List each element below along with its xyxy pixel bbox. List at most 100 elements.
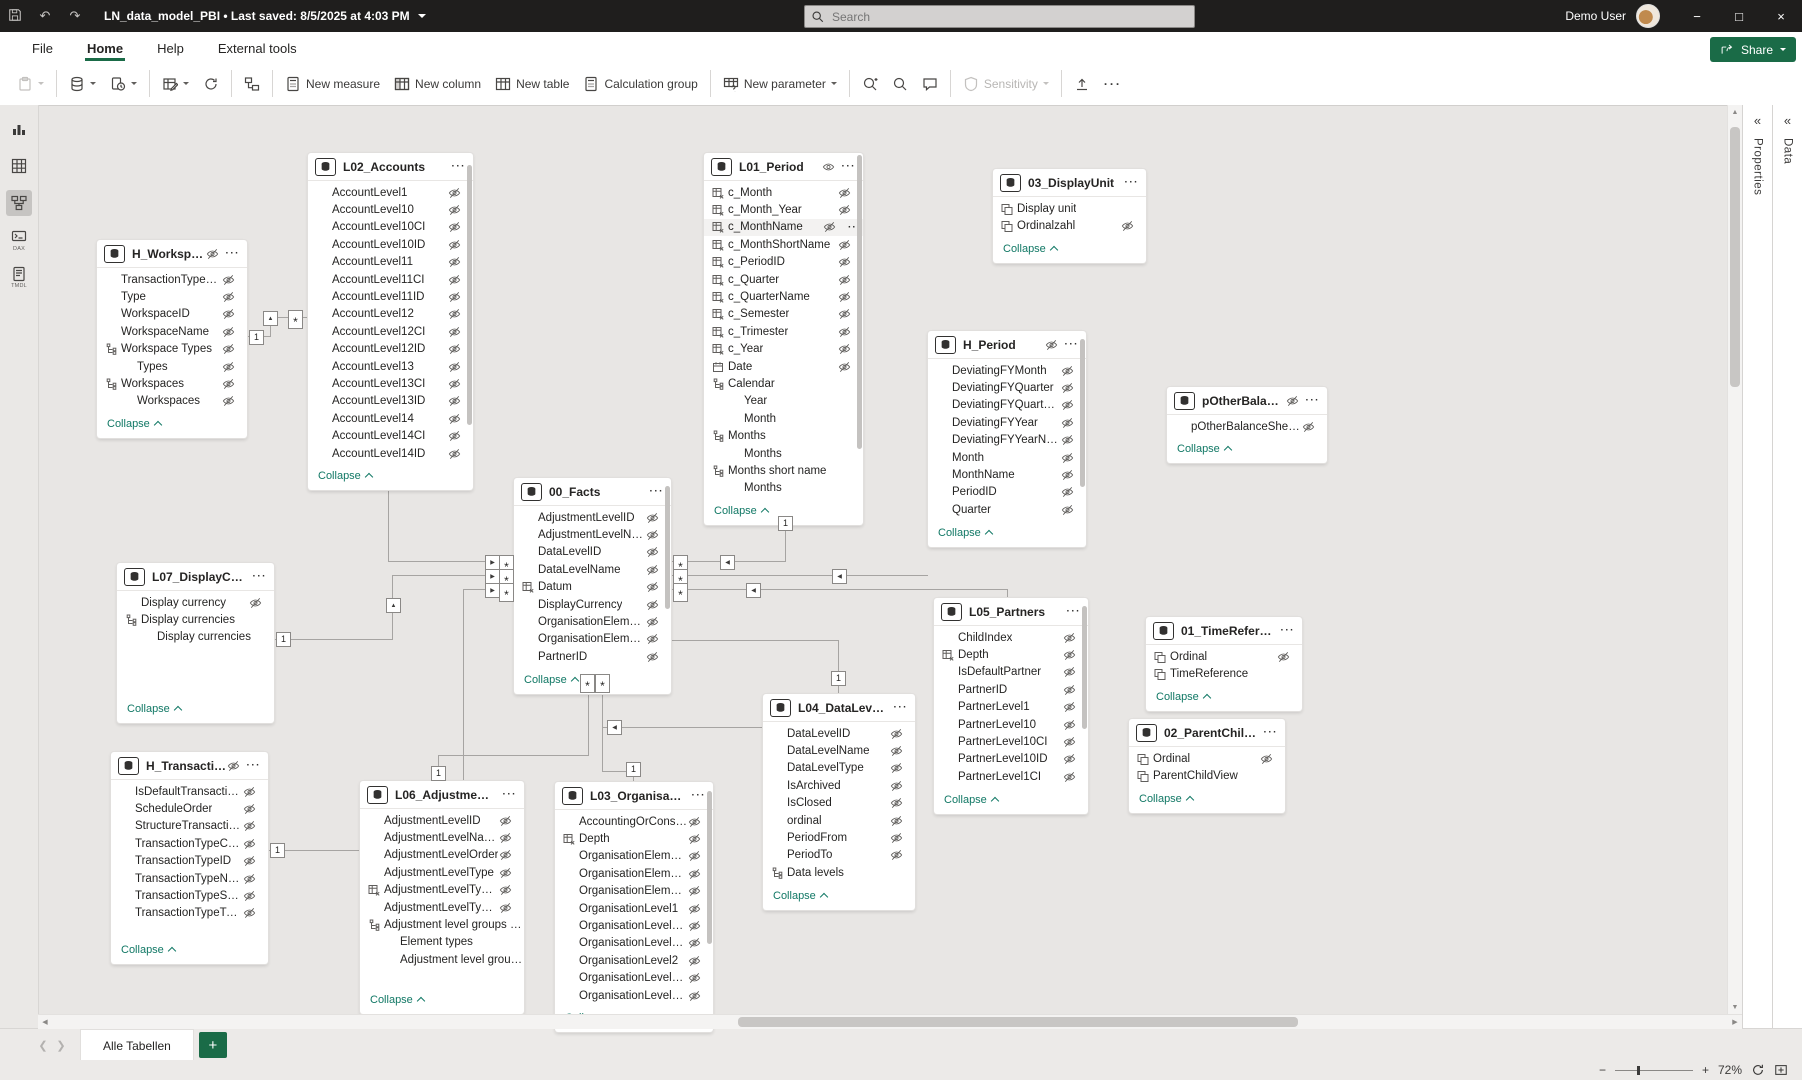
table-more-options-button[interactable]: ··· [1125,177,1140,188]
hidden-eye-icon[interactable] [243,855,256,867]
hidden-eye-icon[interactable] [688,816,701,828]
hidden-eye-icon[interactable] [838,239,851,251]
hidden-eye-icon[interactable] [1061,365,1074,377]
field-row[interactable]: c_Month [704,184,863,201]
hidden-eye-icon[interactable] [1061,382,1074,394]
field-row[interactable]: Month [704,410,863,427]
add-layout-button[interactable]: + [199,1032,227,1058]
field-row[interactable]: OrganisationElementChil... [555,848,713,865]
field-row[interactable]: AccountLevel11ID [308,288,473,305]
field-row[interactable]: AdjustmentLevelID [360,812,524,829]
table-card-H_TransactionTypes[interactable]: H_TransactionTypes···IsDefaultTransactio… [111,752,268,964]
layout-tab-alle-tabellen[interactable]: Alle Tabellen [80,1029,194,1062]
hidden-eye-icon[interactable] [222,274,235,286]
hidden-eye-icon[interactable] [890,762,903,774]
hidden-eye-icon[interactable] [222,343,235,355]
table-card-L03_Organisations[interactable]: L03_Organisations···AccountingOrConsolid… [555,782,713,1032]
prev-page-icon[interactable]: ❮ [34,1039,52,1052]
field-row[interactable]: DataLevelID [514,544,671,561]
collapse-table-link[interactable]: Collapse [360,986,524,1014]
field-row[interactable]: Workspaces [97,375,247,392]
hidden-eye-icon[interactable] [1061,399,1074,411]
hidden-eye-icon[interactable] [1061,434,1074,446]
expand-properties-icon[interactable]: « [1754,113,1761,128]
hidden-eye-icon[interactable] [838,326,851,338]
field-row[interactable]: Adjustment level groups and levels [360,916,524,933]
field-row[interactable]: c_MonthShortName [704,236,863,253]
hidden-eye-icon[interactable] [838,204,851,216]
more-options-button[interactable]: ··· [1097,72,1129,96]
new-column-button[interactable]: New column [387,71,488,97]
eye-icon[interactable] [822,161,835,173]
field-row[interactable]: IsDefaultTransactionType [111,783,268,800]
hidden-eye-icon[interactable] [499,902,512,914]
hidden-eye-icon[interactable] [646,564,659,576]
field-row[interactable]: TransactionTypeCategory... [97,271,247,288]
hidden-eye-icon[interactable] [646,599,659,611]
vertical-scrollbar[interactable]: ▲ ▼ [1727,105,1742,1014]
title-dropdown-caret[interactable] [418,14,426,22]
field-row[interactable]: c_PeriodID [704,254,863,271]
hidden-eye-icon[interactable] [448,326,461,338]
field-row[interactable]: TransactionTypeSchedule... [111,887,268,904]
hidden-eye-icon[interactable] [499,867,512,879]
field-row[interactable]: Months [704,445,863,462]
field-row[interactable]: Months [704,427,863,444]
hidden-eye-icon[interactable] [688,990,701,1002]
hidden-eye-icon[interactable] [243,890,256,902]
field-row[interactable]: AccountLevel14 [308,410,473,427]
field-row[interactable]: c_MonthName··· [704,219,863,236]
hidden-eye-icon[interactable] [646,581,659,593]
table-card-H_Period[interactable]: H_Period···DeviatingFYMonthDeviatingFYQu… [928,331,1086,547]
field-row[interactable]: DataLevelType [763,760,915,777]
hidden-eye-icon[interactable] [222,361,235,373]
hidden-eye-icon[interactable] [243,820,256,832]
field-row[interactable]: PartnerLevel10 [934,716,1088,733]
collapse-table-link[interactable]: Collapse [993,235,1146,263]
publish-button[interactable] [1067,71,1097,97]
hidden-eye-icon[interactable] [1061,486,1074,498]
field-row[interactable]: c_Semester [704,306,863,323]
field-row[interactable]: Display currencies [117,611,274,628]
hidden-eye-icon[interactable] [688,833,701,845]
hidden-eye-icon[interactable] [646,512,659,524]
field-row[interactable]: AccountLevel12ID [308,341,473,358]
next-page-icon[interactable]: ❯ [52,1039,70,1052]
relationship-line[interactable] [671,575,928,576]
field-row[interactable]: AccountLevel13CI [308,375,473,392]
field-row[interactable]: ordinal [763,812,915,829]
fit-to-screen-icon[interactable] [1751,1063,1765,1077]
table-card-L05_Partners[interactable]: L05_Partners···ChildIndexDepthIsDefaultP… [934,598,1088,814]
hidden-eye-icon[interactable] [838,291,851,303]
field-row[interactable]: Display currencies [117,629,274,646]
hidden-eye-icon[interactable] [1063,753,1076,765]
hidden-eye-icon[interactable] [243,907,256,919]
field-row[interactable]: AccountLevel10CI [308,219,473,236]
hidden-eye-icon[interactable] [448,291,461,303]
properties-panel-collapsed[interactable]: « Properties [1742,105,1772,1028]
field-row[interactable]: TransactionTypeName [111,870,268,887]
data-panel-collapsed[interactable]: « Data [1772,105,1802,1028]
field-row[interactable]: DeviatingFYQuarterName [928,397,1086,414]
expand-data-icon[interactable]: « [1784,113,1791,128]
calculation-group-button[interactable]: Calculation group [576,71,704,97]
hidden-eye-icon[interactable] [448,378,461,390]
field-row[interactable]: Datum [514,579,671,596]
hidden-eye-icon[interactable] [890,832,903,844]
relationship-line[interactable] [388,483,389,562]
hidden-eye-icon[interactable] [448,343,461,355]
field-row[interactable]: PartnerLevel10ID [934,751,1088,768]
field-row[interactable]: AdjustmentLevelName [514,526,671,543]
table-card-02_ParentChildView[interactable]: 02_ParentChildView···OrdinalParentChildV… [1129,719,1285,813]
transform-data-button[interactable] [155,71,196,97]
undo-icon[interactable]: ↶ [30,8,60,24]
hidden-eye-icon[interactable] [222,378,235,390]
hidden-eye-icon[interactable] [1121,220,1134,232]
hidden-eye-icon[interactable] [499,815,512,827]
manage-relationships-button[interactable] [237,71,267,97]
zoom-slider-handle[interactable] [1637,1066,1640,1075]
field-row[interactable]: AccountLevel14CI [308,427,473,444]
hidden-eye-icon[interactable] [243,786,256,798]
hidden-eye-icon[interactable] [222,291,235,303]
table-view-icon[interactable] [6,153,32,179]
